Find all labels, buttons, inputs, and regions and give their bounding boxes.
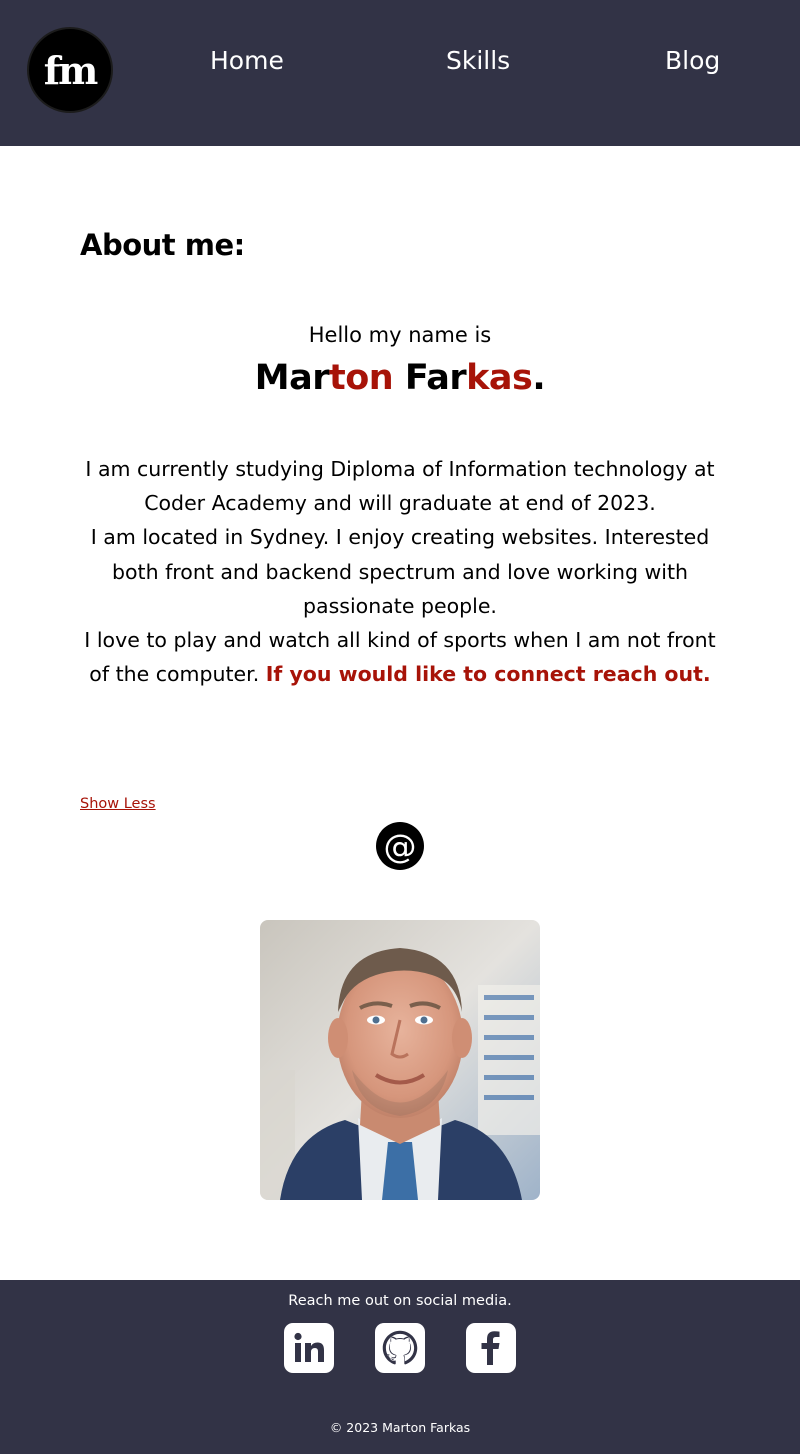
name-part: ton	[329, 358, 394, 398]
show-less-link[interactable]: Show Less	[80, 793, 156, 815]
logo[interactable]: fm	[27, 27, 113, 113]
copyright: © 2023 Marton Farkas	[329, 1420, 471, 1435]
github-icon[interactable]	[375, 1323, 425, 1373]
bio-line: I am located in Sydney. I enjoy creating…	[90, 525, 710, 618]
profile-photo	[260, 920, 540, 1200]
facebook-icon[interactable]	[466, 1323, 516, 1373]
name-part: kas	[466, 358, 533, 398]
bio-line: I am currently studying Diploma of Infor…	[85, 457, 715, 516]
linkedin-icon[interactable]	[284, 1323, 334, 1373]
bio-line: I love to play and watch all kind of spo…	[84, 623, 716, 691]
nav-blog-link[interactable]: Blog	[665, 44, 720, 78]
name-part: .	[532, 358, 546, 398]
name-part: Mar	[254, 358, 330, 398]
full-name: Marton Farkas.	[0, 355, 800, 401]
email-icon[interactable]: @	[376, 822, 424, 870]
name-part: Far	[404, 358, 467, 398]
connect-cta: If you would like to connect reach out.	[265, 662, 711, 687]
site-footer: Reach me out on social media. © 2023 Mar…	[0, 1280, 800, 1454]
bio: I am currently studying Diploma of Infor…	[84, 452, 716, 691]
nav-skills-link[interactable]: Skills	[446, 44, 510, 78]
nav-home-link[interactable]: Home	[210, 44, 284, 78]
site-header: fm Home Skills Blog	[0, 0, 800, 146]
about-title: About me:	[80, 228, 245, 262]
social-heading: Reach me out on social media.	[288, 1293, 512, 1309]
greeting: Hello my name is	[308, 323, 492, 347]
